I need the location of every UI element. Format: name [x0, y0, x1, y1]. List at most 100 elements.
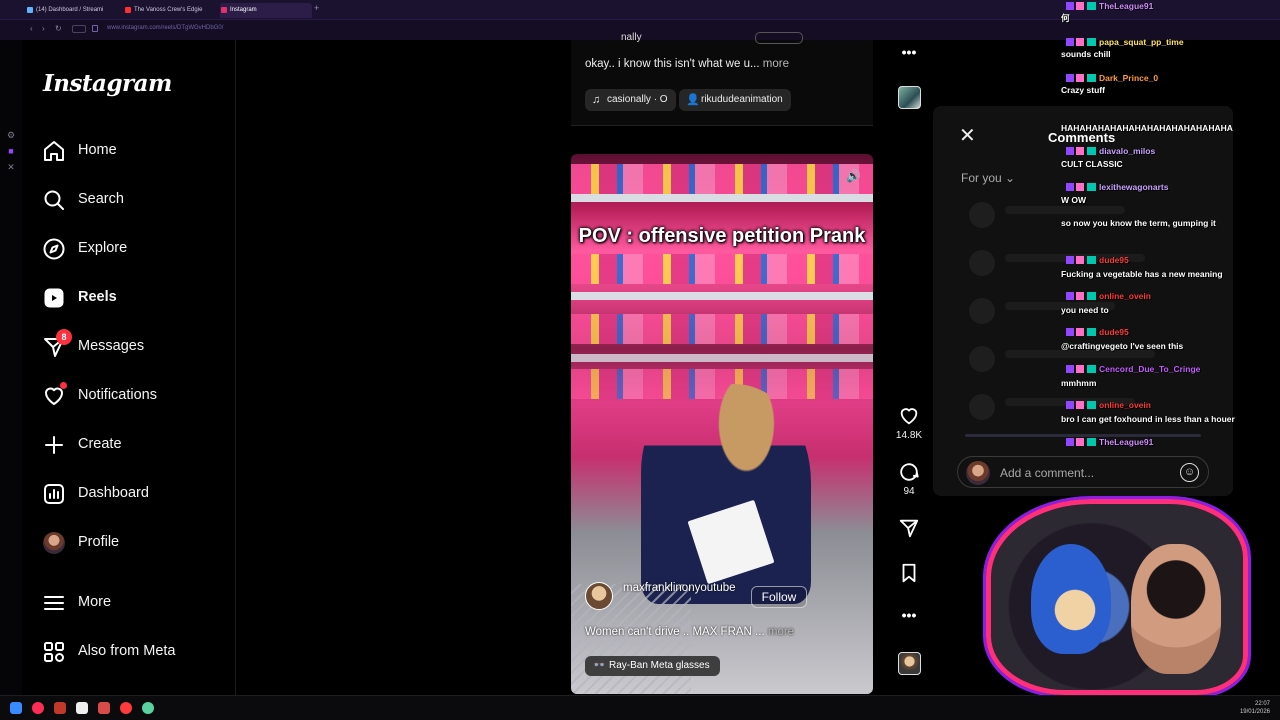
opera-icon[interactable] [32, 702, 44, 714]
reel-video[interactable]: POV : offensive petition Prank 🔊 maxfran… [571, 154, 873, 694]
chat-badges-icon [1066, 328, 1096, 336]
chat-badges-icon [1066, 38, 1096, 46]
reel-username[interactable]: maxfranklinonyoutube [623, 582, 743, 595]
reel-overlay-text: POV : offensive petition Prank [578, 225, 866, 247]
sidebar-item-also-from-meta[interactable]: Also from Meta [42, 638, 222, 668]
app-icon[interactable] [54, 702, 66, 714]
chat-username-line: dude95 [1066, 254, 1129, 266]
messages-badge: 8 [56, 329, 72, 345]
sidebar-item-reels[interactable]: Reels [42, 284, 222, 314]
sidebar-item-messages[interactable]: 8 Messages [42, 329, 222, 363]
shelf [571, 194, 873, 202]
prev-follow-button[interactable] [755, 32, 803, 44]
chat-message: so now you know the term, gumping it [1061, 218, 1216, 228]
audio-chip[interactable]: ♫ casionally · O [585, 89, 676, 111]
sidebar-item-search[interactable]: Search [42, 186, 222, 216]
new-tab-button[interactable]: + [314, 3, 319, 13]
notification-dot [60, 382, 67, 389]
chat-username-line: papa_squat_pp_time [1066, 36, 1184, 48]
chat-badges-icon [1066, 365, 1096, 373]
app-icon[interactable] [76, 702, 88, 714]
tab-label: The Vanoss Crew's Edgie [134, 7, 203, 13]
vpn-chip[interactable] [72, 25, 86, 33]
lock-icon[interactable] [92, 25, 98, 32]
chat-message: Crazy stuff [1061, 85, 1105, 95]
follow-button[interactable]: Follow [751, 586, 807, 608]
tab-favicon-icon [125, 7, 131, 13]
prev-more-link[interactable]: more [763, 58, 789, 70]
sidebar-item-label: Notifications [78, 387, 157, 403]
share-icon [899, 519, 919, 538]
save-button[interactable] [894, 562, 924, 584]
x-icon[interactable]: ✕ [6, 162, 16, 172]
prev-more-options-icon[interactable]: ••• [894, 44, 924, 60]
chat-badges-icon [1066, 2, 1096, 10]
browser-tab-dashboard[interactable]: (14) Dashboard / Streami [26, 3, 122, 18]
heart-icon [900, 408, 918, 425]
sidebar-item-profile[interactable]: Profile [42, 529, 222, 559]
forward-icon[interactable]: › [42, 24, 45, 33]
close-icon[interactable]: ✕ [959, 126, 976, 146]
chat-username: Cencord_Due_To_Cringe [1099, 364, 1201, 374]
meta-glasses-chip[interactable]: 👓 Ray-Ban Meta glasses [585, 656, 720, 676]
sidebar-item-home[interactable]: Home [42, 137, 222, 167]
sidebar-item-label: Explore [78, 240, 128, 256]
like-button[interactable]: 14.8K [894, 405, 924, 441]
comment-sort-dropdown[interactable]: For you ⌄ [961, 171, 1015, 185]
avatar [43, 532, 67, 556]
compass-icon [43, 238, 65, 260]
previous-reel: nally okay.. i know this isn't what we u… [571, 32, 873, 126]
sidebar-item-create[interactable]: Create [42, 431, 222, 461]
sidebar-item-label: Dashboard [78, 485, 149, 501]
sidebar-item-label: Also from Meta [78, 643, 176, 659]
chat-username-line: online_ovein [1066, 290, 1151, 302]
shelf-products [571, 314, 873, 344]
bookmark-icon [902, 563, 916, 583]
chat-username: online_ovein [1099, 400, 1151, 410]
sidebar-item-more[interactable]: More [42, 589, 222, 619]
audio-thumbnail[interactable] [898, 652, 921, 675]
reel-user-avatar[interactable] [585, 582, 613, 610]
windows-start-icon[interactable] [10, 702, 22, 714]
prev-caption[interactable]: okay.. i know this isn't what we u... mo… [585, 58, 789, 70]
volume-icon[interactable]: 🔊 [846, 169, 861, 183]
comment-button[interactable]: 94 [894, 461, 924, 497]
url-text[interactable]: www.instagram.com/reels/DTgWGvHDbG0/ [107, 25, 223, 31]
prev-username[interactable]: nally [621, 32, 642, 43]
browser-tab-youtube[interactable]: The Vanoss Crew's Edgie [124, 3, 220, 18]
sidebar-item-dashboard[interactable]: Dashboard [42, 480, 222, 510]
sidebar-item-label: Create [78, 436, 122, 452]
audio-chip-label: casionally · O [607, 94, 668, 105]
app-icon[interactable] [120, 702, 132, 714]
prev-caption-text: okay.. i know this isn't what we u... [585, 58, 760, 70]
comment-skeleton-avatar [969, 346, 995, 372]
sidebar-item-label: More [78, 594, 112, 610]
reel-caption[interactable]: Women can't drive .. MAX FRAN ... more [585, 626, 794, 638]
tab-favicon-icon [221, 7, 227, 13]
chat-username-line: dude95 [1066, 326, 1129, 338]
share-button[interactable] [894, 517, 924, 539]
instagram-logo[interactable]: Instagram [43, 70, 172, 97]
sidebar-item-notifications[interactable]: Notifications [42, 382, 222, 412]
user-chip[interactable]: 👤 rikududeanimation [679, 89, 791, 111]
settings-icon[interactable]: ⚙ [6, 130, 16, 140]
more-options-icon[interactable]: ••• [894, 607, 924, 623]
emoji-icon[interactable]: ☺ [1180, 463, 1199, 482]
dashboard-icon [44, 484, 64, 504]
twitch-icon[interactable]: ■ [6, 146, 16, 156]
app-icon[interactable] [98, 702, 110, 714]
app-icon[interactable] [142, 702, 154, 714]
clock-date: 19/01/2026 [1239, 709, 1270, 715]
reload-icon[interactable]: ↻ [55, 24, 62, 33]
reels-icon [44, 288, 64, 308]
reel-more-link[interactable]: more [768, 626, 794, 638]
chat-username: lexithewagonarts [1099, 182, 1169, 192]
sidebar-item-explore[interactable]: Explore [42, 235, 222, 265]
system-clock[interactable]: 22:07 19/01/2026 [1230, 700, 1270, 716]
prev-audio-thumbnail[interactable] [898, 86, 921, 109]
comment-input[interactable]: Add a comment... ☺ [957, 456, 1209, 488]
browser-tab-instagram[interactable]: Instagram [220, 3, 312, 18]
back-icon[interactable]: ‹ [30, 24, 33, 33]
chat-message: mmhmm [1061, 378, 1097, 388]
chat-username-line: diavalo_milos [1066, 145, 1155, 157]
